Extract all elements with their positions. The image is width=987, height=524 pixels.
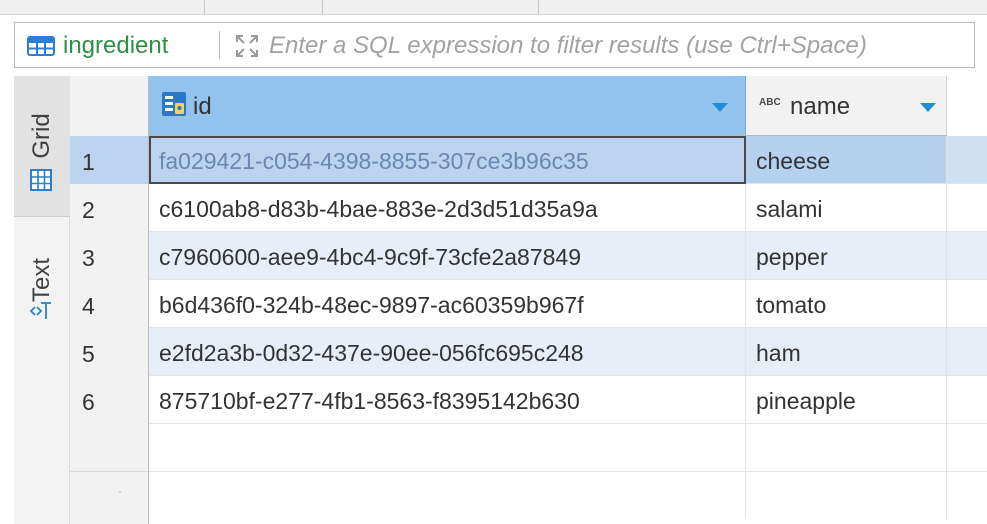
- cell-id[interactable]: b6d436f0-324b-48ec-9897-ac60359b967f: [149, 280, 746, 327]
- row-number[interactable]: 3: [70, 232, 148, 280]
- row-number[interactable]: 4: [70, 280, 148, 328]
- table-row[interactable]: b6d436f0-324b-48ec-9897-ac60359b967f tom…: [149, 280, 987, 328]
- expand-editor-icon[interactable]: [234, 33, 260, 64]
- row-number[interactable]: 6: [70, 376, 148, 424]
- cell-name[interactable]: pepper: [746, 232, 947, 279]
- empty-cell: [746, 472, 947, 519]
- cell-name[interactable]: cheese: [746, 136, 947, 183]
- results-grid: id ABC name fa029421-c054-4398-8855-307c…: [149, 76, 987, 524]
- empty-row-number: [70, 424, 148, 472]
- column-header-id[interactable]: id: [149, 76, 746, 136]
- table-icon: [27, 36, 55, 61]
- table-row[interactable]: e2fd2a3b-0d32-437e-90ee-056fc695c248 ham: [149, 328, 987, 376]
- empty-cell: [149, 424, 746, 471]
- row-number[interactable]: 2: [70, 184, 148, 232]
- empty-row-number: ·: [70, 472, 148, 520]
- table-row[interactable]: fa029421-c054-4398-8855-307ce3b96c35 che…: [149, 136, 987, 184]
- tab-separator: [322, 0, 323, 14]
- chevron-down-icon[interactable]: [919, 100, 937, 118]
- row-number-gutter: 1 2 3 4 5 6 ·: [70, 76, 149, 524]
- row-number[interactable]: 1: [70, 136, 148, 184]
- chevron-down-icon[interactable]: [711, 100, 729, 118]
- cell-id[interactable]: fa029421-c054-4398-8855-307ce3b96c35: [149, 136, 746, 184]
- cell-id[interactable]: 875710bf-e277-4fb1-8563-f8395142b630: [149, 376, 746, 423]
- column-header-name[interactable]: ABC name: [746, 76, 947, 136]
- tab-separator: [538, 0, 539, 14]
- tab-text-label: Text: [28, 257, 55, 303]
- grid-icon: [29, 168, 53, 197]
- editor-tab-strip: [0, 0, 987, 15]
- tab-text[interactable]: Text: [14, 216, 70, 326]
- empty-cell: [746, 424, 947, 471]
- filter-bar: ingredient: [14, 22, 975, 68]
- filter-divider: [219, 31, 220, 59]
- cell-id[interactable]: c7960600-aee9-4bc4-9c9f-73cfe2a87849: [149, 232, 746, 279]
- cell-name[interactable]: tomato: [746, 280, 947, 327]
- empty-row: [149, 424, 987, 472]
- key-column-icon: [161, 91, 187, 122]
- empty-cell: [149, 472, 746, 519]
- row-number[interactable]: 5: [70, 328, 148, 376]
- cell-id[interactable]: c6100ab8-d83b-4bae-883e-2d3d51d35a9a: [149, 184, 746, 231]
- cell-name[interactable]: salami: [746, 184, 947, 231]
- empty-row-marker: ·: [118, 484, 122, 498]
- filter-expression-input[interactable]: [269, 30, 969, 62]
- cell-name[interactable]: pineapple: [746, 376, 947, 423]
- tab-grid[interactable]: Grid: [14, 76, 70, 217]
- table-row[interactable]: c7960600-aee9-4bc4-9c9f-73cfe2a87849 pep…: [149, 232, 987, 280]
- text-icon: [29, 300, 53, 327]
- view-switcher: Grid Text: [14, 76, 70, 524]
- string-type-icon-text: ABC: [759, 97, 781, 108]
- entity-name[interactable]: ingredient: [63, 32, 168, 60]
- column-header-id-label: id: [193, 93, 212, 120]
- tab-separator: [204, 0, 205, 14]
- column-header-name-label: name: [790, 93, 851, 120]
- table-row[interactable]: c6100ab8-d83b-4bae-883e-2d3d51d35a9a sal…: [149, 184, 987, 232]
- table-row[interactable]: 875710bf-e277-4fb1-8563-f8395142b630 pin…: [149, 376, 987, 424]
- cell-id[interactable]: e2fd2a3b-0d32-437e-90ee-056fc695c248: [149, 328, 746, 375]
- cell-name[interactable]: ham: [746, 328, 947, 375]
- string-type-icon: ABC: [759, 94, 789, 113]
- tab-grid-label: Grid: [28, 113, 55, 159]
- empty-row: [149, 472, 987, 520]
